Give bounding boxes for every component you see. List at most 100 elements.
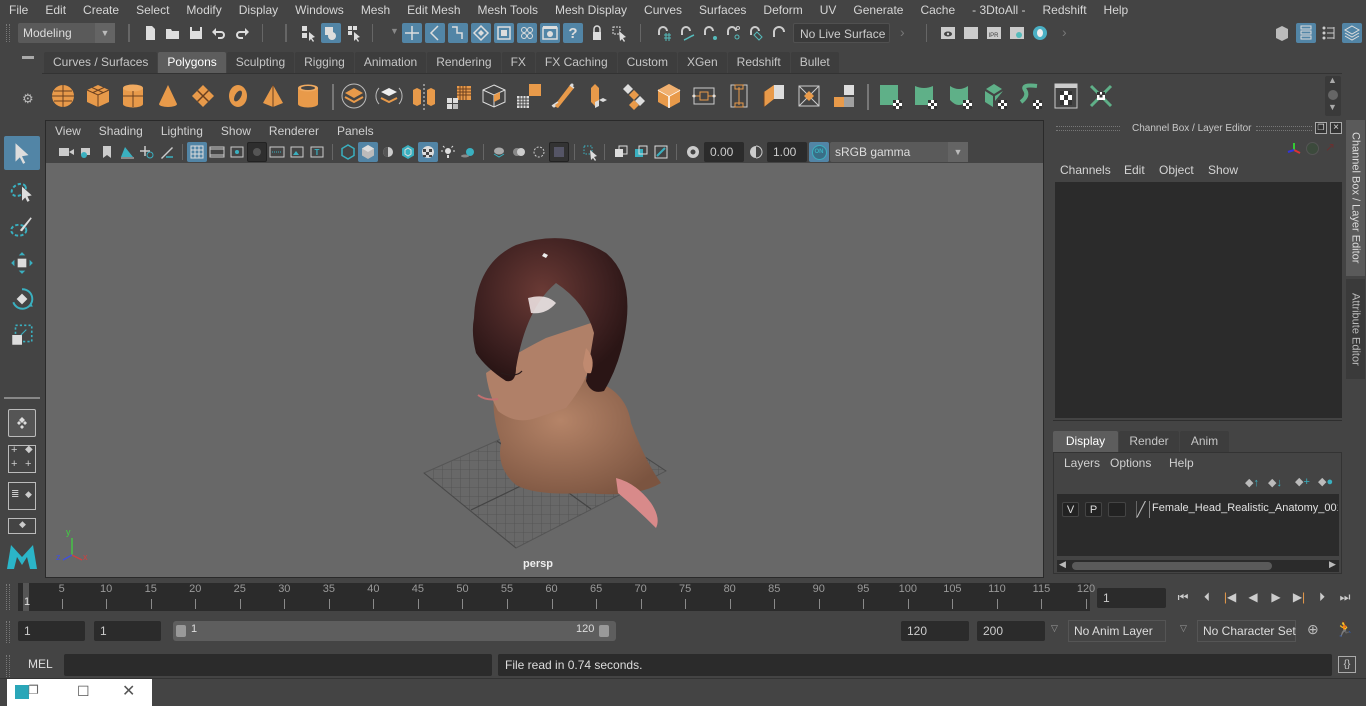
bookmark-icon[interactable] bbox=[97, 142, 117, 162]
safe-action-icon[interactable] bbox=[287, 142, 307, 162]
move-layer-up-icon[interactable]: ◆↑ bbox=[1245, 476, 1259, 489]
two-sided-lighting-icon[interactable] bbox=[611, 142, 631, 162]
save-scene-icon[interactable] bbox=[186, 23, 206, 43]
separate-icon[interactable] bbox=[375, 82, 403, 110]
expand-arrow-icon[interactable]: › bbox=[1062, 24, 1067, 40]
attribute-editor-toggle-icon[interactable] bbox=[1296, 23, 1316, 43]
xray-joints-icon[interactable] bbox=[509, 142, 529, 162]
lasso-tool-icon[interactable] bbox=[4, 174, 40, 208]
animation-start-field[interactable]: 1 bbox=[18, 621, 85, 641]
poly-torus-icon[interactable] bbox=[224, 82, 252, 110]
isolate-select-icon[interactable] bbox=[549, 142, 569, 162]
menu-deform[interactable]: Deform bbox=[754, 3, 810, 17]
layer-type-toggle[interactable] bbox=[1108, 502, 1126, 517]
shelf-scroll-down-icon[interactable]: ▼ bbox=[1328, 102, 1337, 112]
current-frame-field[interactable]: 1 bbox=[1097, 588, 1166, 608]
menu-curves[interactable]: Curves bbox=[635, 3, 690, 17]
safe-title-icon[interactable]: T bbox=[307, 142, 327, 162]
smooth-shade-all-icon[interactable] bbox=[358, 142, 378, 162]
viewport-menu-lighting[interactable]: Lighting bbox=[152, 124, 212, 138]
insert-edge-loop-icon[interactable] bbox=[690, 82, 718, 110]
render-frame-icon[interactable] bbox=[961, 23, 981, 43]
side-tab-channel-box[interactable]: Channel Box / Layer Editor bbox=[1346, 120, 1365, 276]
textured-icon[interactable] bbox=[418, 142, 438, 162]
go-to-start-icon[interactable]: ⏮ bbox=[1174, 589, 1192, 605]
uv-spherical-map-icon[interactable] bbox=[947, 82, 975, 110]
character-set-dropdown-icon[interactable]: ▽ bbox=[1180, 623, 1187, 634]
menu-edit-mesh[interactable]: Edit Mesh bbox=[398, 3, 468, 17]
shelf-menu-icon[interactable] bbox=[22, 56, 34, 59]
snap-toggle-icon[interactable] bbox=[769, 23, 789, 43]
channel-menu-show[interactable]: Show bbox=[1208, 163, 1238, 177]
menu-redshift[interactable]: Redshift bbox=[1034, 3, 1095, 17]
minimized-window[interactable]: ❐ ☐ ✕ bbox=[7, 679, 152, 706]
remesh-icon[interactable] bbox=[515, 82, 543, 110]
wireframe-icon[interactable] bbox=[338, 142, 358, 162]
shelf-tab-rigging[interactable]: Rigging bbox=[295, 52, 354, 73]
select-joints-icon[interactable] bbox=[425, 23, 445, 43]
script-language-toggle[interactable]: MEL bbox=[28, 657, 53, 671]
menu-windows[interactable]: Windows bbox=[286, 3, 352, 17]
snap-to-view-plane-icon[interactable] bbox=[723, 23, 743, 43]
select-rendering-icon[interactable] bbox=[540, 23, 560, 43]
menu-mesh-display[interactable]: Mesh Display bbox=[546, 3, 635, 17]
menu-file[interactable]: File bbox=[0, 3, 36, 17]
default-material-icon[interactable] bbox=[378, 142, 398, 162]
viewport-menu-show[interactable]: Show bbox=[212, 124, 260, 138]
panel-grip[interactable] bbox=[1056, 126, 1120, 131]
viewport-menu-view[interactable]: View bbox=[46, 124, 90, 138]
wireframe-on-shaded-icon[interactable] bbox=[398, 142, 418, 162]
expand-arrow-icon[interactable]: › bbox=[900, 24, 905, 40]
uv-editor-icon[interactable] bbox=[1052, 82, 1080, 110]
status-line-grip[interactable] bbox=[6, 24, 10, 42]
range-slider[interactable]: 1 120 bbox=[173, 621, 616, 641]
side-tab-attribute-editor[interactable]: Attribute Editor bbox=[1346, 279, 1365, 379]
time-slider-grip[interactable] bbox=[6, 584, 10, 610]
combine-icon[interactable] bbox=[340, 82, 368, 110]
lock-selection-icon[interactable] bbox=[587, 23, 607, 43]
command-input[interactable] bbox=[64, 654, 492, 676]
mirror-icon[interactable] bbox=[410, 82, 438, 110]
layer-menu-options[interactable]: Options bbox=[1110, 456, 1151, 470]
shelf-scroll-up-icon[interactable]: ▲ bbox=[1328, 75, 1337, 85]
target-weld-icon[interactable] bbox=[795, 82, 823, 110]
command-line-grip[interactable] bbox=[6, 655, 10, 677]
uv-planar-map-icon[interactable] bbox=[877, 82, 905, 110]
step-back-frame-icon[interactable]: | ◀ bbox=[1221, 589, 1239, 605]
shelf-scroll-handle[interactable] bbox=[1328, 90, 1338, 100]
ipr-render-icon[interactable]: IPR bbox=[984, 23, 1004, 43]
camera-select-icon[interactable] bbox=[56, 142, 76, 162]
new-scene-icon[interactable] bbox=[140, 23, 160, 43]
viewport-scene[interactable]: y x z persp bbox=[46, 163, 1043, 577]
splitter[interactable] bbox=[1053, 420, 1342, 421]
gamma-icon[interactable] bbox=[746, 142, 766, 162]
menu-generate[interactable]: Generate bbox=[844, 3, 911, 17]
menu-3dtoall[interactable]: - 3DtoAll - bbox=[963, 3, 1033, 17]
step-forward-frame-icon[interactable]: ▶ | bbox=[1290, 589, 1308, 605]
four-view-layout-icon[interactable]: + ◆ + + bbox=[8, 444, 36, 473]
layer-tab-display[interactable]: Display bbox=[1053, 431, 1118, 452]
range-grip[interactable] bbox=[6, 621, 10, 643]
snap-to-point-icon[interactable] bbox=[700, 23, 720, 43]
poly-plane-icon[interactable] bbox=[189, 82, 217, 110]
speed-icon[interactable] bbox=[1306, 142, 1319, 155]
playback-end-field[interactable]: 120 bbox=[901, 621, 969, 641]
bridge-icon[interactable] bbox=[620, 82, 648, 110]
snap-to-curve-icon[interactable] bbox=[677, 23, 697, 43]
menu-display[interactable]: Display bbox=[230, 3, 286, 17]
grease-pencil-icon[interactable] bbox=[157, 142, 177, 162]
shelf-tab-sculpting[interactable]: Sculpting bbox=[226, 52, 295, 73]
open-scene-icon[interactable] bbox=[163, 23, 183, 43]
grid-toggle-icon[interactable] bbox=[187, 142, 207, 162]
exposure-field[interactable]: 0.00 bbox=[704, 142, 744, 162]
shelf-tab-polygons[interactable]: Polygons bbox=[158, 52, 226, 73]
uv-unfold-icon[interactable] bbox=[1017, 82, 1045, 110]
persp-graph-layout-icon[interactable]: ◆ bbox=[8, 518, 36, 534]
append-to-polygon-icon[interactable] bbox=[760, 82, 788, 110]
snap-to-grid-icon[interactable] bbox=[654, 23, 674, 43]
shelf-settings-gear-icon[interactable]: ⚙ bbox=[22, 91, 34, 107]
exposure-icon[interactable] bbox=[683, 142, 703, 162]
playback-start-field[interactable]: 1 bbox=[94, 621, 161, 641]
select-handles-icon[interactable] bbox=[402, 23, 422, 43]
texture-resolution-icon[interactable] bbox=[651, 142, 671, 162]
